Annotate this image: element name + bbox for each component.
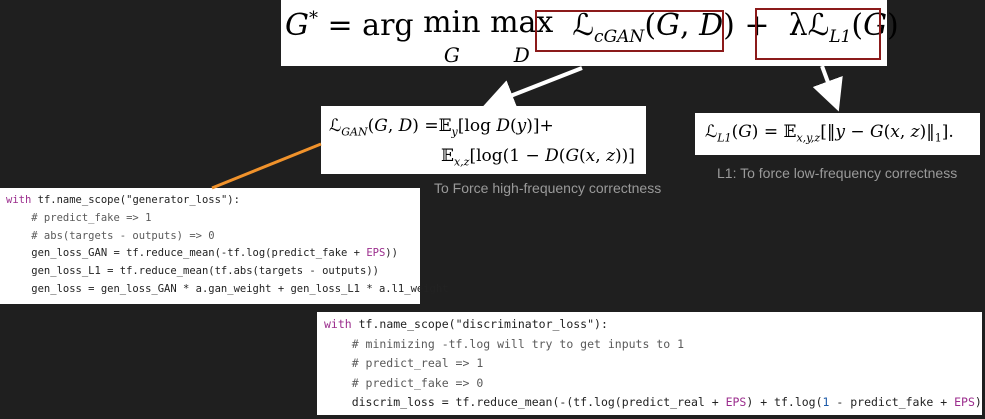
arrow-to-gan-panel — [482, 66, 583, 111]
orange-connector-line — [211, 142, 322, 190]
arrow-to-l1-panel — [812, 65, 843, 112]
arrows-overlay — [211, 65, 843, 190]
